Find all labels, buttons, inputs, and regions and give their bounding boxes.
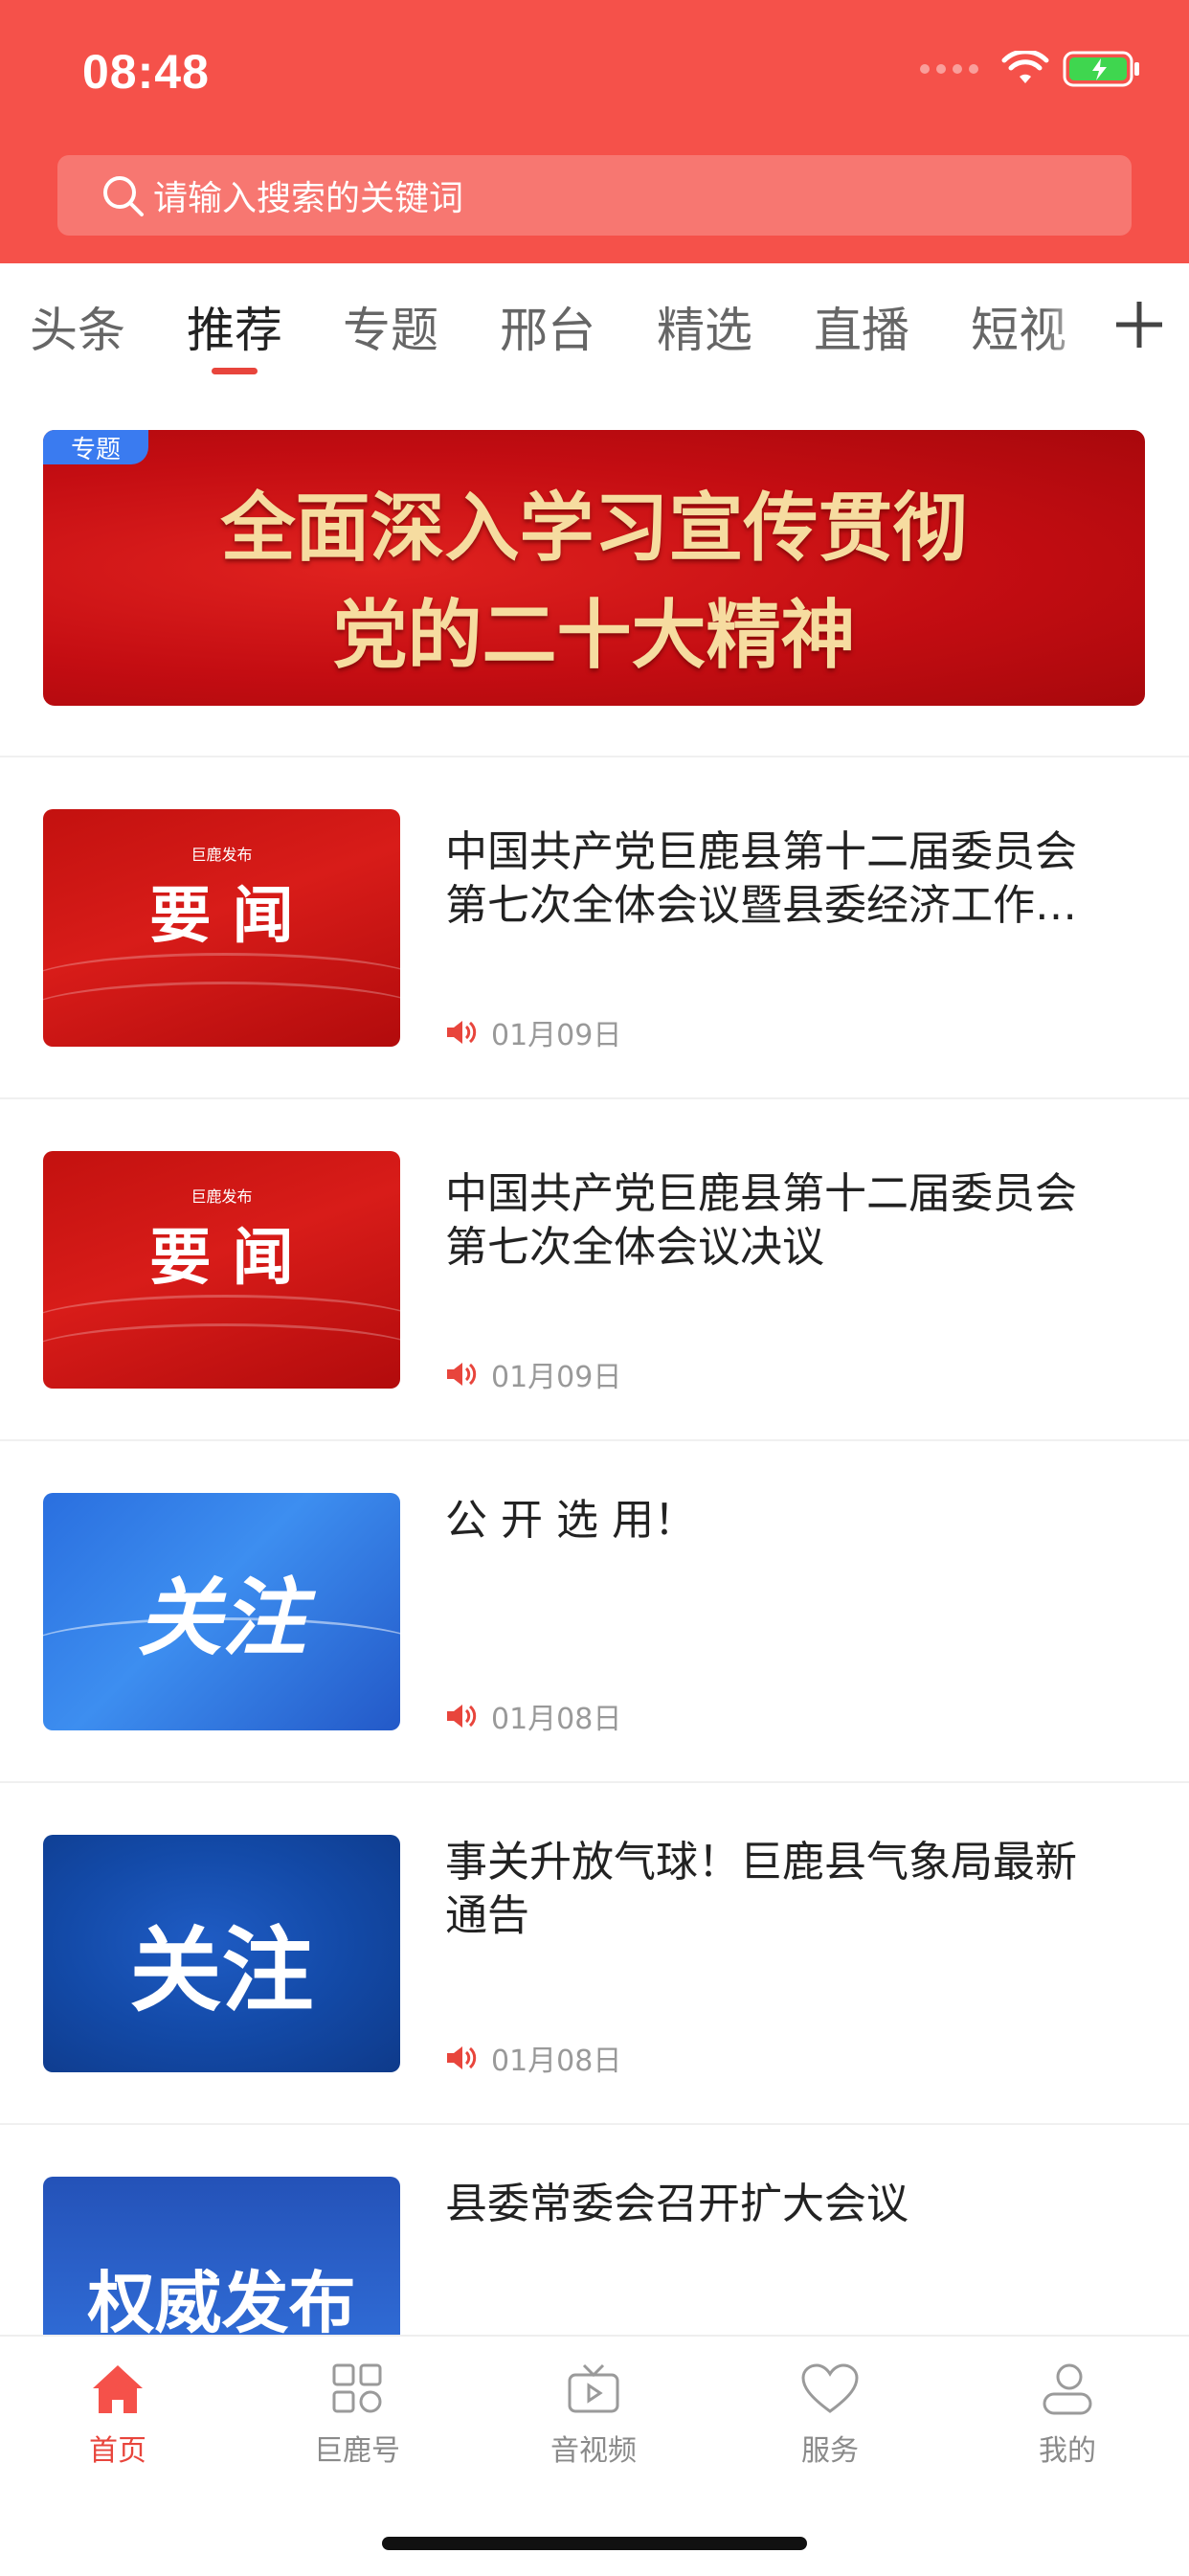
home-icon bbox=[93, 2365, 143, 2413]
nav-mine[interactable]: 我的 bbox=[1000, 2361, 1134, 2469]
search-placeholder: 请输入搜索的关键词 bbox=[153, 179, 464, 218]
status-time: 08:48 bbox=[82, 45, 210, 99]
person-icon bbox=[1043, 2363, 1092, 2415]
topic-badge: 专题 bbox=[43, 430, 148, 464]
speaker-icon[interactable] bbox=[445, 1360, 478, 1389]
speaker-icon[interactable] bbox=[445, 2044, 478, 2072]
wifi-icon bbox=[1001, 51, 1049, 83]
channel-tabs: 头条 推荐 专题 邢台 精选 直播 短视 bbox=[0, 263, 1189, 388]
status-icons bbox=[920, 50, 1141, 88]
plus-icon bbox=[1116, 302, 1162, 348]
tab-toutiao[interactable]: 头条 bbox=[30, 292, 125, 361]
thumb-headline: 要 闻 bbox=[149, 881, 294, 952]
active-tab-indicator bbox=[212, 368, 258, 374]
news-date: 01月08日 bbox=[491, 2045, 622, 2078]
nav-audio-video[interactable]: 音视频 bbox=[527, 2361, 661, 2469]
news-thumbnail: 巨鹿发布 要 闻 bbox=[43, 1151, 400, 1389]
grid-icon bbox=[332, 2363, 382, 2413]
thumb-headline: 关注 bbox=[137, 1569, 306, 1667]
news-thumbnail: 巨鹿发布 要 闻 bbox=[43, 809, 400, 1047]
tab-zhibo[interactable]: 直播 bbox=[814, 292, 909, 361]
news-thumbnail: 关注 bbox=[43, 1493, 400, 1730]
search-icon bbox=[103, 176, 144, 216]
banner-line-2: 党的二十大精神 bbox=[332, 593, 856, 679]
thumb-headline: 要 闻 bbox=[149, 1223, 294, 1294]
divider bbox=[0, 1097, 1189, 1099]
divider bbox=[0, 2123, 1189, 2125]
news-meta: 01月09日 bbox=[445, 1011, 621, 1053]
divider bbox=[0, 1781, 1189, 1783]
news-title: 中国共产党巨鹿县第十二届委员会 第七次全体会议暨县委经济工作… bbox=[445, 827, 1077, 930]
home-indicator bbox=[382, 2537, 807, 2550]
divider bbox=[0, 1439, 1189, 1441]
tab-tuijian[interactable]: 推荐 bbox=[187, 292, 282, 361]
banner-line-1: 全面深入学习宣传贯彻 bbox=[220, 486, 968, 572]
speaker-icon[interactable] bbox=[445, 1702, 478, 1730]
news-date: 01月09日 bbox=[491, 1361, 622, 1394]
tab-fade bbox=[1043, 263, 1101, 388]
news-meta: 01月08日 bbox=[445, 2037, 621, 2079]
thumb-headline: 关注 bbox=[129, 1917, 314, 2024]
tab-zhuanti[interactable]: 专题 bbox=[343, 292, 438, 361]
news-title: 公 开 选 用！ bbox=[445, 1496, 696, 1545]
topic-banner[interactable]: 专题 全面深入学习宣传贯彻 党的二十大精神 bbox=[43, 430, 1145, 706]
battery-icon bbox=[1063, 51, 1139, 87]
news-title: 中国共产党巨鹿县第十二届委员会 第七次全体会议决议 bbox=[445, 1169, 1077, 1272]
add-channel-button[interactable] bbox=[1101, 286, 1178, 363]
thumb-headline: 权威发布 bbox=[87, 2264, 356, 2335]
app-header: 08:48 请输入搜索的关键词 bbox=[0, 0, 1189, 263]
divider bbox=[0, 756, 1189, 757]
news-date: 01月09日 bbox=[491, 1019, 622, 1052]
nav-service[interactable]: 服务 bbox=[763, 2361, 897, 2469]
search-bar[interactable]: 请输入搜索的关键词 bbox=[57, 155, 1132, 236]
news-date: 01月08日 bbox=[491, 1703, 622, 1736]
heart-icon bbox=[801, 2363, 859, 2413]
news-meta: 01月09日 bbox=[445, 1353, 621, 1395]
thumb-caption: 巨鹿发布 bbox=[191, 846, 253, 864]
news-thumbnail: 权威发布 bbox=[43, 2177, 400, 2335]
news-thumbnail: 关注 bbox=[43, 1835, 400, 2072]
news-meta: 01月08日 bbox=[445, 1695, 621, 1737]
nav-julu-hao[interactable]: 巨鹿号 bbox=[290, 2361, 424, 2469]
news-title: 事关升放气球！巨鹿县气象局最新 通告 bbox=[445, 1838, 1077, 1940]
tab-xingtai[interactable]: 邢台 bbox=[500, 292, 595, 361]
news-title: 县委常委会召开扩大会议 bbox=[445, 2180, 909, 2228]
nav-home[interactable]: 首页 bbox=[51, 2361, 185, 2469]
thumb-caption: 巨鹿发布 bbox=[191, 1187, 253, 1206]
tab-jingxuan[interactable]: 精选 bbox=[657, 292, 752, 361]
speaker-icon[interactable] bbox=[445, 1018, 478, 1047]
tv-icon bbox=[568, 2363, 619, 2413]
signal-icon bbox=[920, 64, 978, 74]
